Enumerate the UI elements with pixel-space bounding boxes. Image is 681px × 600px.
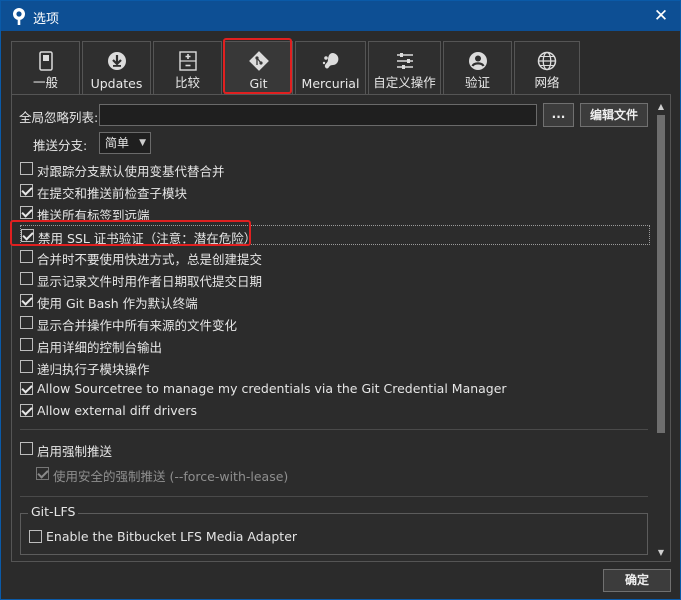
force-push-checkbox[interactable] [20,442,33,455]
git-option-checkbox[interactable] [20,382,33,395]
git-option-checkbox[interactable] [20,316,33,329]
git-option-row[interactable]: 递归执行子模块操作 [20,357,650,377]
vertical-scrollbar[interactable]: ▲ ▼ [654,101,668,559]
tab-label: Updates [90,76,143,91]
switch-icon [38,51,53,71]
user-icon [468,52,487,70]
diff-icon [178,51,197,71]
download-icon [107,52,126,70]
globe-icon [537,51,557,71]
lfs-adapter-label: Enable the Bitbucket LFS Media Adapter [46,529,298,544]
tab-label: 一般 [32,75,58,90]
git-option-row[interactable]: 显示合并操作中所有来源的文件变化 [20,313,650,333]
tab-label: Git [249,76,268,91]
tab-label: 比较 [174,75,200,90]
git-option-checkbox[interactable] [20,162,33,175]
tab-mercurial[interactable]: Mercurial [295,41,366,95]
git-option-row[interactable]: 对跟踪分支默认使用变基代替合并 [20,159,650,179]
git-option-row[interactable]: Allow Sourcetree to manage my credential… [20,379,650,399]
git-option-label: 使用 Git Bash 作为默认终端 [37,296,198,311]
git-option-row[interactable]: 推送所有标签到远端 [20,203,650,223]
global-ignore-label: 全局忽略列表: [19,110,99,125]
safe-force-push-label: 使用安全的强制推送 (--force-with-lease) [53,469,289,484]
git-option-label: 显示记录文件时用作者日期取代提交日期 [37,274,263,289]
safe-force-push-checkbox [36,467,49,480]
git-option-row[interactable]: 显示记录文件时用作者日期取代提交日期 [20,269,650,289]
options-window: 选项 ✕ 一般 Updates 比较 Git Mercurial 自定义操作 验… [0,0,681,600]
git-option-checkbox[interactable] [21,229,34,242]
custom-actions-icon [396,53,413,69]
git-option-label: 在提交和推送前检查子模块 [37,186,188,201]
git-option-checkbox[interactable] [20,294,33,307]
git-option-row[interactable]: 启用详细的控制台输出 [20,335,650,355]
git-option-label: 启用详细的控制台输出 [37,340,163,355]
git-option-row[interactable]: 在提交和推送前检查子模块 [20,181,650,201]
git-settings-panel: 全局忽略列表: ... 编辑文件 推送分支: 简单 ▼ 对跟踪分支默认使用变基代… [11,94,671,562]
force-push-label: 启用强制推送 [37,444,113,459]
git-option-label: 对跟踪分支默认使用变基代替合并 [37,164,225,179]
git-option-label: 显示合并操作中所有来源的文件变化 [37,318,238,333]
scroll-down-icon[interactable]: ▼ [654,547,668,559]
git-option-checkbox[interactable] [20,206,33,219]
tab-label: Mercurial [301,76,360,91]
chevron-down-icon: ▼ [139,138,146,148]
lfs-adapter-checkbox[interactable] [29,530,42,543]
window-title: 选项 [33,12,60,27]
git-icon [248,51,269,71]
git-option-checkbox[interactable] [20,360,33,373]
ok-button[interactable]: 确定 [603,569,671,592]
git-option-checkbox[interactable] [20,404,33,417]
global-ignore-input[interactable] [99,104,537,126]
push-branch-value: 简单 [105,136,130,150]
git-option-label: 禁用 SSL 证书验证（注意：潜在危险） [38,231,257,246]
browse-button[interactable]: ... [543,103,574,127]
tab-authentication[interactable]: 验证 [443,41,512,95]
tab-label: 网络 [534,75,560,90]
git-option-checkbox[interactable] [20,250,33,263]
tab-updates[interactable]: Updates [82,41,151,95]
git-option-checkbox[interactable] [20,338,33,351]
divider [20,496,648,497]
push-branch-label: 推送分支: [33,138,88,153]
git-option-label: Allow Sourcetree to manage my credential… [37,381,507,396]
git-option-row[interactable]: 合并时不要使用快进方式，总是创建提交 [20,247,650,267]
tab-custom-actions[interactable]: 自定义操作 [368,41,441,95]
git-option-label: 合并时不要使用快进方式，总是创建提交 [37,252,263,267]
tab-label: 验证 [464,75,490,90]
git-option-label: Allow external diff drivers [37,403,198,418]
edit-file-button[interactable]: 编辑文件 [580,103,648,127]
tab-git[interactable]: Git [224,41,293,95]
git-option-row[interactable]: Allow external diff drivers [20,401,650,421]
divider [20,429,648,430]
git-option-row[interactable]: 禁用 SSL 证书验证（注意：潜在危险） [20,225,650,246]
push-branch-select[interactable]: 简单 ▼ [99,132,151,154]
tab-general[interactable]: 一般 [11,41,80,95]
tab-label: 自定义操作 [373,75,436,90]
tab-network[interactable]: 网络 [514,41,580,95]
title-bar: 选项 ✕ [1,1,680,31]
mercurial-icon [322,53,338,69]
git-option-checkbox[interactable] [20,272,33,285]
git-option-label: 递归执行子模块操作 [37,362,150,377]
scroll-up-icon[interactable]: ▲ [654,101,668,113]
safe-force-push-checkbox-row: 使用安全的强制推送 (--force-with-lease) [36,464,666,484]
scrollbar-thumb[interactable] [657,115,665,433]
sourcetree-logo-icon [13,8,25,25]
git-option-checkbox[interactable] [20,184,33,197]
git-lfs-group-title: Git-LFS [28,504,79,519]
lfs-adapter-checkbox-row[interactable]: Enable the Bitbucket LFS Media Adapter [29,527,629,547]
git-option-row[interactable]: 使用 Git Bash 作为默认终端 [20,291,650,311]
git-option-label: 推送所有标签到远端 [37,208,150,223]
tab-diff[interactable]: 比较 [153,41,222,95]
force-push-checkbox-row[interactable]: 启用强制推送 [20,439,650,459]
close-icon[interactable]: ✕ [650,5,672,27]
